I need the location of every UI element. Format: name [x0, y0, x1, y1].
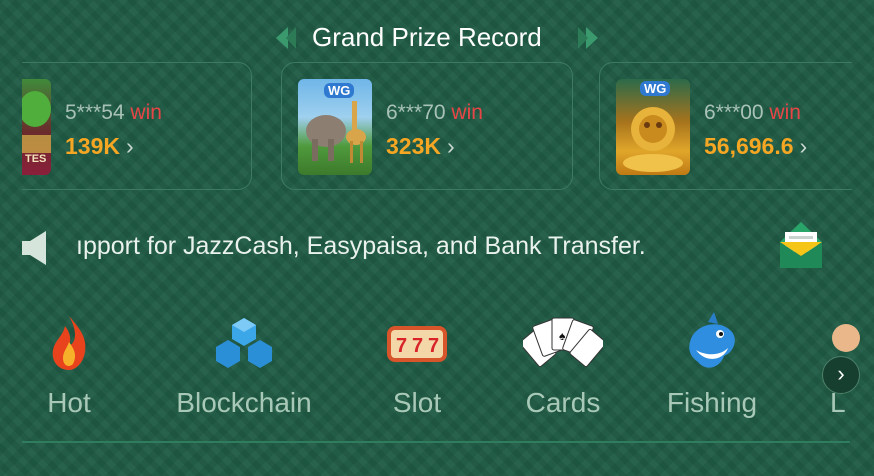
prev-arrow-icon[interactable]: [274, 25, 296, 51]
prize-amount: 323K: [386, 133, 441, 159]
record-user: 5***54 win: [65, 101, 162, 125]
svg-text:7: 7: [396, 335, 407, 357]
masked-user-id: 6***70: [386, 101, 446, 124]
slot-machine-icon: 7 7 7: [387, 326, 447, 362]
game-thumbnail: TES: [22, 79, 51, 175]
game-thumbnail: WG: [298, 79, 372, 175]
category-label: Slot: [392, 387, 442, 418]
prize-record-card[interactable]: WG 6***70 win 323K ›: [281, 62, 573, 190]
prize-record-card[interactable]: TES 5***54 win 139K ›: [22, 62, 252, 190]
notice-scroller: ıpport for JazzCash, Easypaisa, and Bank…: [70, 230, 760, 270]
win-label: win: [130, 101, 162, 124]
record-user: 6***00 win: [704, 101, 801, 125]
category-label: Hot: [47, 387, 91, 418]
wg-badge-icon: WG: [324, 83, 355, 98]
category-hot[interactable]: Hot: [26, 312, 112, 419]
win-label: win: [451, 101, 483, 124]
record-user: 6***70 win: [386, 101, 483, 125]
category-label: Fishing: [666, 387, 758, 418]
category-next-button[interactable]: ›: [822, 356, 860, 394]
category-fishing[interactable]: Fishing: [660, 312, 764, 419]
record-amount: 323K ›: [386, 133, 455, 160]
wg-badge-icon: WG: [640, 81, 671, 96]
mail-icon[interactable]: [778, 220, 824, 272]
category-label: Blockchain: [176, 387, 312, 418]
category-slot[interactable]: 7 7 7 Slot: [376, 312, 458, 419]
shark-icon: [689, 312, 735, 368]
masked-user-id: 5***54: [65, 101, 125, 124]
svg-text:7: 7: [412, 335, 423, 357]
category-label: Cards: [525, 387, 601, 418]
grand-prize-header: Grand Prize Record: [0, 18, 874, 62]
notice-text: ıpport for JazzCash, Easypaisa, and Bank…: [76, 232, 646, 260]
prize-record-list: TES 5***54 win 139K › WG 6***70 win 323K ›: [22, 62, 852, 194]
prize-amount: 139K: [65, 133, 120, 159]
record-amount: 56,696.6 ›: [704, 133, 807, 160]
game-category-bar: Hot Blockchain 7 7 7 Slot ♠ Cards Fishin…: [0, 312, 874, 422]
category-cards[interactable]: ♠ Cards: [518, 312, 608, 419]
notice-bar: ıpport for JazzCash, Easypaisa, and Bank…: [0, 220, 874, 280]
chevron-right-icon: ›: [446, 133, 455, 159]
svg-text:7: 7: [428, 335, 439, 357]
thumbnail-text: TES: [25, 153, 47, 165]
svg-text:♠: ♠: [559, 329, 566, 343]
prize-record-card[interactable]: WG 6***00 win 56,696.6 ›: [599, 62, 852, 190]
divider: [22, 441, 850, 443]
page-title: Grand Prize Record: [312, 22, 542, 52]
chevron-right-icon: ›: [125, 133, 134, 159]
category-blockchain[interactable]: Blockchain: [164, 312, 324, 419]
chevron-right-icon: ›: [837, 361, 845, 386]
playing-cards-icon: ♠: [519, 317, 607, 368]
prize-amount: 56,696.6: [704, 133, 794, 159]
flame-icon: [52, 316, 86, 370]
blockchain-icon: [216, 318, 272, 368]
chevron-right-icon: ›: [799, 133, 808, 159]
game-thumbnail: WG: [616, 79, 690, 175]
speaker-icon: [22, 231, 46, 265]
record-amount: 139K ›: [65, 133, 134, 160]
masked-user-id: 6***00: [704, 101, 764, 124]
next-arrow-icon[interactable]: [578, 25, 600, 51]
win-label: win: [769, 101, 801, 124]
